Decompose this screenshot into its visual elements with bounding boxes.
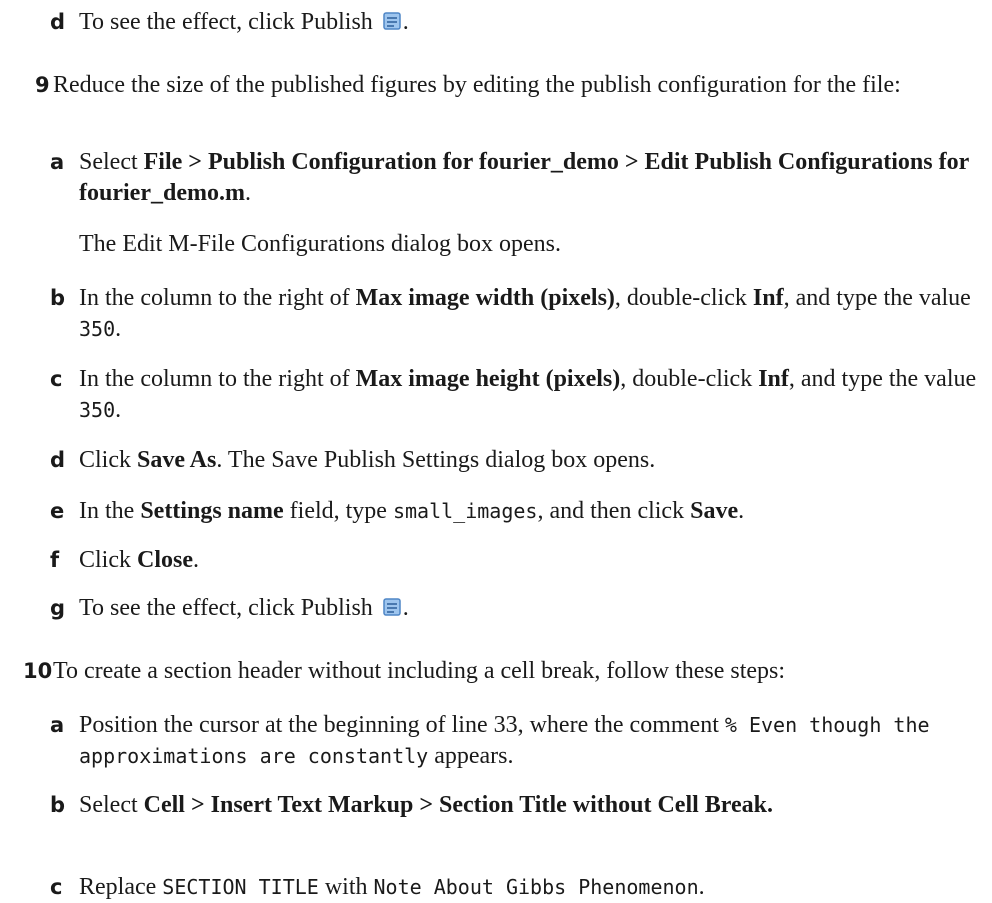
substep-label: c (50, 367, 63, 391)
substep-label: b (50, 286, 66, 310)
step-text: To create a section header without inclu… (53, 658, 786, 684)
substep-label: a (50, 713, 65, 737)
substep-text: To see the effect, click Publish . (79, 9, 409, 35)
substep-text: Position the cursor at the beginning of … (79, 712, 930, 769)
publish-icon (383, 598, 401, 616)
substep-label: g (50, 596, 66, 620)
step-number: 9 (35, 73, 50, 97)
substep-label: f (50, 548, 60, 572)
substep-text: To see the effect, click Publish . (79, 595, 409, 621)
substep-text: Select Cell > Insert Text Markup > Secti… (79, 792, 774, 818)
publish-icon (383, 12, 401, 30)
substep-label: a (50, 150, 65, 174)
substep-label: d (50, 10, 66, 34)
substep-text: In the Settings name field, type small_i… (79, 498, 745, 524)
substep-text: Click Save As. The Save Publish Settings… (79, 447, 656, 473)
substep-label: d (50, 448, 66, 472)
step-number: 10 (23, 659, 53, 683)
substep-text: Click Close. (79, 547, 199, 573)
substep-text: Replace SECTION TITLE with Note About Gi… (79, 874, 705, 900)
substep-text: In the column to the right of Max image … (79, 366, 977, 423)
step-text: Reduce the size of the published figures… (53, 72, 901, 98)
substep-text: Select File > Publish Configuration for … (79, 149, 969, 206)
substep-label: e (50, 499, 65, 523)
substep-label: b (50, 793, 66, 817)
substep-label: c (50, 875, 63, 899)
substep-note: The Edit M-File Configurations dialog bo… (79, 231, 561, 257)
substep-text: In the column to the right of Max image … (79, 285, 971, 342)
